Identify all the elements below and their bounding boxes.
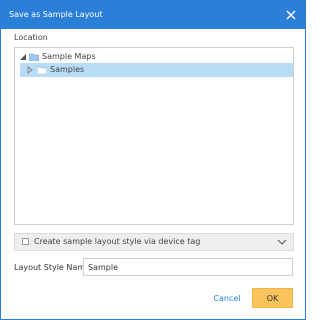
- device-tag-option-bar[interactable]: Create sample layout style via device ta…: [14, 233, 294, 251]
- collapse-triangle-icon[interactable]: [19, 53, 27, 61]
- dialog-titlebar: Save as Sample Layout: [1, 1, 305, 29]
- close-icon[interactable]: [283, 7, 299, 23]
- device-tag-checkbox[interactable]: [22, 238, 29, 245]
- tree-item-label: Sample Maps: [42, 52, 96, 61]
- location-label: Location: [14, 33, 48, 42]
- folder-icon: [36, 66, 48, 75]
- cancel-button[interactable]: Cancel: [209, 290, 245, 306]
- tree-item-sample-maps[interactable]: Sample Maps: [15, 50, 293, 64]
- folder-icon: [28, 53, 40, 62]
- device-tag-option-label: Create sample layout style via device ta…: [34, 237, 201, 246]
- location-tree: Sample Maps Samples: [14, 47, 294, 225]
- tree-item-label: Samples: [50, 65, 85, 74]
- ok-button[interactable]: OK: [252, 288, 293, 308]
- save-as-sample-layout-dialog: Save as Sample Layout Location Sample Ma…: [0, 0, 306, 320]
- chevron-down-icon[interactable]: [277, 238, 287, 246]
- expand-triangle-icon[interactable]: [26, 66, 34, 74]
- dialog-title: Save as Sample Layout: [9, 10, 103, 19]
- tree-item-samples[interactable]: Samples: [20, 63, 293, 77]
- layout-style-name-label: Layout Style Name: [14, 263, 90, 272]
- layout-style-name-input[interactable]: [83, 258, 293, 276]
